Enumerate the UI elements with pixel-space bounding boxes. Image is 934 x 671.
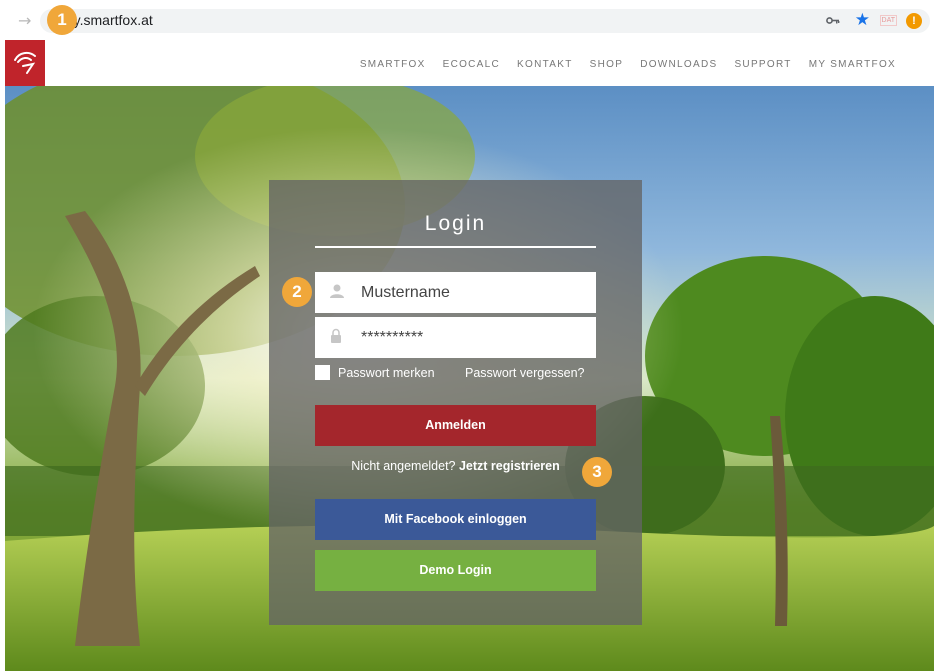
step-badge-1: 1	[47, 5, 77, 35]
login-title: Login	[424, 212, 487, 235]
password-value: **********	[361, 329, 424, 346]
nav-smartfox[interactable]: SMARTFOX	[360, 59, 426, 70]
site-header: SMARTFOX ECOCALC KONTAKT SHOP DOWNLOADS …	[0, 40, 934, 86]
demo-login-button[interactable]: Demo Login	[315, 550, 596, 591]
alert-icon[interactable]: !	[906, 13, 922, 29]
username-field[interactable]: Mustername	[315, 272, 596, 313]
bookmark-star-icon[interactable]: ★	[855, 10, 870, 30]
nav-my-smartfox[interactable]: MY SMARTFOX	[809, 59, 896, 70]
remember-checkbox[interactable]	[315, 365, 330, 380]
address-bar[interactable]: my.smartfox.at ★ DAT !	[40, 9, 930, 33]
user-icon	[330, 284, 344, 298]
remember-label: Passwort merken	[338, 365, 435, 380]
fox-logo-icon	[14, 51, 36, 74]
step-badge-3: 3	[582, 457, 612, 487]
nav-ecocalc[interactable]: ECOCALC	[443, 59, 500, 70]
key-icon[interactable]	[826, 16, 840, 25]
username-value: Mustername	[361, 284, 450, 301]
login-panel: Login Mustername ********** Passwort mer…	[269, 180, 642, 625]
main-navigation: SMARTFOX ECOCALC KONTAKT SHOP DOWNLOADS …	[360, 59, 896, 70]
title-divider	[315, 246, 596, 248]
register-prefix: Nicht angemeldet?	[351, 459, 456, 473]
nav-support[interactable]: SUPPORT	[734, 59, 791, 70]
forgot-password-link[interactable]: Passwort vergessen?	[465, 366, 585, 380]
nav-kontakt[interactable]: KONTAKT	[517, 59, 573, 70]
forward-arrow-icon[interactable]: →	[18, 11, 31, 30]
step-badge-2: 2	[282, 277, 312, 307]
remember-me: Passwort merken	[315, 365, 435, 380]
smartfox-logo[interactable]	[5, 40, 45, 86]
facebook-login-button[interactable]: Mit Facebook einloggen	[315, 499, 596, 540]
extension-icon[interactable]: DAT	[879, 15, 897, 26]
nav-shop[interactable]: SHOP	[590, 59, 624, 70]
nav-downloads[interactable]: DOWNLOADS	[640, 59, 717, 70]
padlock-icon	[331, 328, 341, 343]
register-link[interactable]: Jetzt registrieren	[459, 459, 560, 473]
login-button[interactable]: Anmelden	[315, 405, 596, 446]
browser-toolbar: → my.smartfox.at ★ DAT !	[0, 0, 934, 40]
password-field[interactable]: **********	[315, 317, 596, 358]
